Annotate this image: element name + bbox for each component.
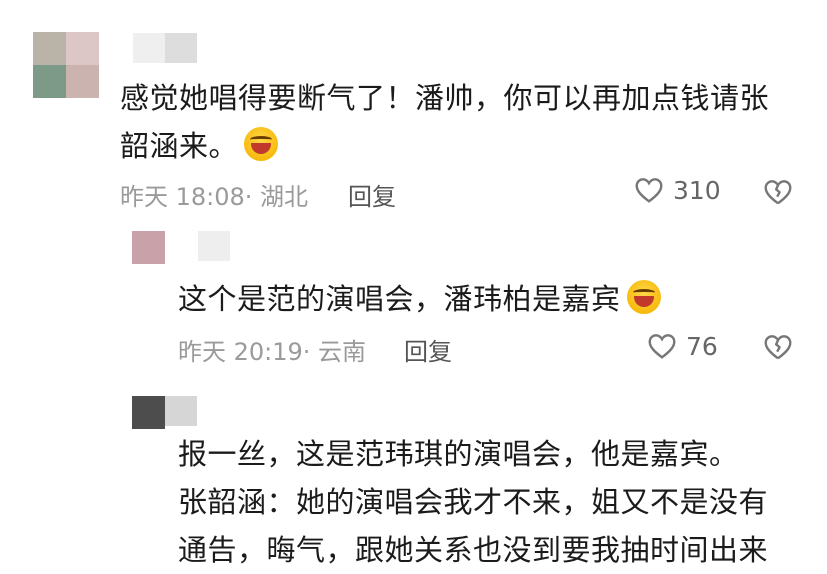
like-button[interactable]: 310 — [633, 174, 721, 206]
timestamp: 昨天 20:19 — [178, 338, 303, 366]
like-button[interactable]: 76 — [646, 330, 718, 362]
laughing-crying-emoji-icon — [244, 127, 279, 161]
comment-meta: 昨天 18:08· 湖北 — [120, 177, 308, 212]
timestamp: 昨天 18:08 — [120, 183, 245, 211]
location: · 云南 — [302, 338, 367, 366]
username[interactable] — [198, 231, 230, 261]
comment-meta: 昨天 20:19· 云南 — [178, 332, 366, 367]
avatar[interactable] — [33, 32, 99, 98]
reply-button[interactable]: 回复 — [404, 332, 452, 367]
username[interactable] — [133, 33, 197, 63]
like-count: 76 — [686, 331, 718, 361]
avatar[interactable] — [132, 231, 165, 264]
comment-line: 韶涵来。 — [120, 122, 810, 170]
comment-line: 通告，晦气，跟她关系也没到要我抽时间出来 — [178, 533, 769, 567]
like-count: 310 — [673, 175, 721, 205]
heart-outline-icon — [635, 178, 663, 203]
heart-outline-icon — [648, 334, 676, 359]
broken-heart-icon[interactable] — [762, 331, 794, 363]
comment-line: 报一丝，这是范玮琪的演唱会，他是嘉宾。 — [178, 437, 739, 471]
comment-text: 感觉她唱得要断气了！潘帅，你可以再加点钱请张 韶涵来。 — [120, 74, 810, 170]
comment-line: 张韶涵：她的演唱会我才不来，姐又不是没有 — [178, 485, 769, 519]
username[interactable] — [165, 396, 197, 426]
laughing-emoji-icon — [626, 280, 661, 314]
location: · 湖北 — [244, 183, 309, 211]
comment-text: 这个是范的演唱会，潘玮柏是嘉宾 — [178, 275, 798, 323]
comment-line: 感觉她唱得要断气了！潘帅，你可以再加点钱请张 — [120, 81, 770, 115]
comment-text: 报一丝，这是范玮琪的演唱会，他是嘉宾。 张韶涵：她的演唱会我才不来，姐又不是没有… — [178, 430, 818, 574]
avatar[interactable] — [132, 396, 165, 429]
broken-heart-icon[interactable] — [762, 176, 794, 208]
reply-button[interactable]: 回复 — [348, 177, 396, 212]
comment-line: 这个是范的演唱会，潘玮柏是嘉宾 — [178, 282, 621, 316]
